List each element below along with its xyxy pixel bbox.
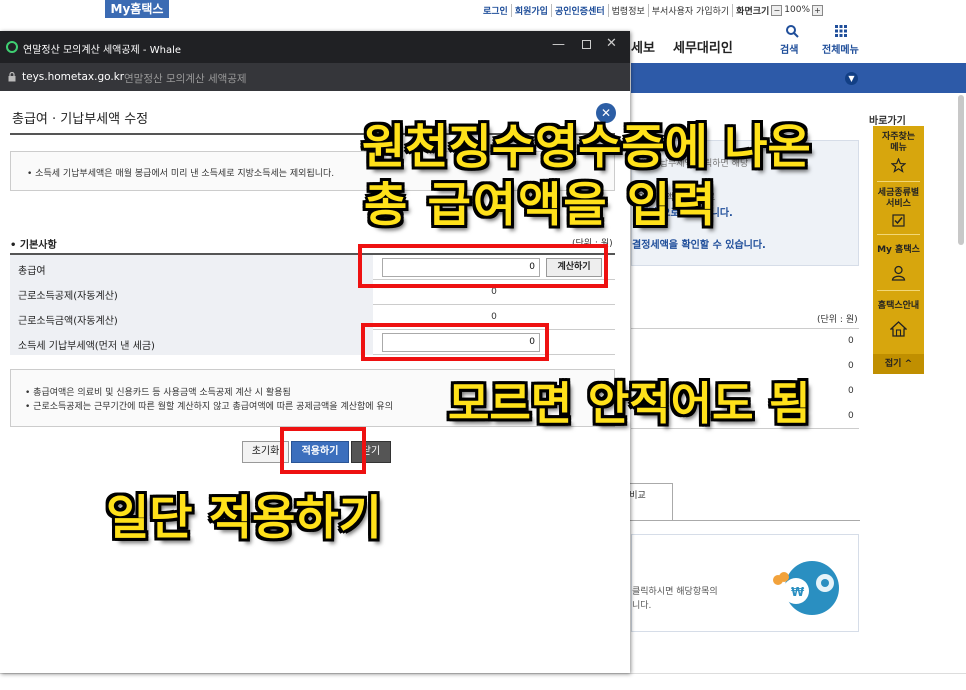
footer-strip: [0, 673, 966, 690]
bg-value: 0: [848, 361, 854, 371]
zoom-in-button[interactable]: +: [812, 4, 824, 16]
minimize-icon[interactable]: —: [552, 37, 565, 52]
url-page-title: 연말정산 모의계산 세액공제: [124, 73, 247, 85]
top-utility-nav: 로그인 회원가입 공인인증센터 법령정보 부서사용자 가입하기 화면크기 − 1…: [480, 3, 826, 17]
bg-value: 0: [848, 411, 854, 421]
checkbox-icon: [892, 214, 905, 227]
divider: [877, 234, 920, 235]
quick-menu-title: 바로가기: [869, 116, 906, 127]
zoom-label: 화면크기: [736, 6, 770, 17]
popup-heading: 총급여 · 기납부세액 수정: [12, 112, 149, 127]
row-label-prepaid-tax: 소득세 기납부세액(먼저 낸 세금): [10, 330, 373, 355]
row-label-total-salary: 총급여: [10, 255, 373, 280]
main-menu-item[interactable]: 세보: [631, 37, 655, 56]
whale-browser-icon: [6, 41, 18, 53]
row-label-income-deduction: 근로소득공제(자동계산): [10, 280, 373, 305]
dept-user-signup-link[interactable]: 부서사용자 가입하기: [649, 3, 734, 17]
maximize-icon[interactable]: [582, 40, 591, 49]
divider: [877, 290, 920, 291]
address-bar[interactable]: teys.hometax.go.kr 연말정산 모의계산 세액공제: [0, 63, 630, 91]
highlight-prepaid-tax: [361, 323, 549, 361]
main-menu-tax-agent[interactable]: 세무대리인: [673, 37, 733, 56]
divider: [877, 181, 920, 182]
caption-2: 총 급여액을 입력: [364, 178, 718, 233]
quick-item-tax-services[interactable]: 세금종류별 서비스: [873, 188, 924, 210]
law-info-link[interactable]: 법령정보: [609, 3, 649, 17]
home-icon: [890, 321, 907, 337]
notice-text: • 소득세 기납부세액은 매월 봉급에서 미리 낸 소득세로 지방소득세는 제외…: [27, 169, 335, 179]
divider: [631, 328, 859, 329]
star-icon: [891, 158, 906, 173]
search-icon[interactable]: [785, 24, 799, 38]
section-title: • 기본사항: [10, 240, 57, 251]
quick-item-favorites[interactable]: 자주찾는 메뉴: [873, 132, 924, 154]
highlight-apply-button: [280, 427, 366, 474]
signup-link[interactable]: 회원가입: [512, 3, 552, 17]
grid-menu-icon[interactable]: [835, 25, 847, 37]
mascot-image: ₩: [773, 561, 839, 615]
caption-3: 모르면 안적어도 됨: [448, 377, 811, 430]
zoom-control: 화면크기 − 100% +: [733, 4, 826, 17]
quick-item-my-hometax[interactable]: My 홈택스: [873, 245, 924, 256]
popup-window-title: 연말정산 모의계산 세액공제 - Whale: [23, 45, 182, 56]
all-menu-label[interactable]: 전체메뉴: [822, 41, 859, 56]
close-icon[interactable]: ✕: [606, 36, 617, 51]
svg-text:₩: ₩: [791, 585, 805, 599]
cert-center-link[interactable]: 공인인증센터: [552, 3, 609, 17]
sub-nav-bar: [631, 63, 966, 93]
zoom-out-button[interactable]: −: [771, 4, 783, 16]
help-text: • 총급여액은 의료비 및 신용카드 등 사용금액 소득공제 계산 시 활용됨 …: [25, 386, 393, 414]
site-logo[interactable]: My홈택스: [105, 0, 169, 18]
person-icon: [891, 265, 906, 281]
url-text[interactable]: teys.hometax.go.kr: [22, 71, 124, 83]
popup-title-bar[interactable]: 연말정산 모의계산 세액공제 - Whale — ✕: [0, 31, 630, 63]
row-label-income-amount: 근로소득금액(자동계산): [10, 305, 373, 330]
bg-unit-label: (단위 : 원): [817, 315, 858, 325]
fold-button[interactable]: 접기 ^: [873, 354, 924, 374]
lock-icon: [8, 72, 16, 82]
highlight-total-salary: [358, 244, 608, 288]
quick-item-guide[interactable]: 홈택스안내: [873, 301, 924, 312]
bg-value: 0: [848, 336, 854, 346]
divider: [596, 520, 860, 521]
caption-4: 일단 적용하기: [106, 491, 382, 546]
quick-menu: 자주찾는 메뉴 세금종류별 서비스 My 홈택스 홈택스안내 접기 ^: [873, 126, 924, 374]
search-label[interactable]: 검색: [780, 41, 798, 56]
zoom-level: 100%: [784, 5, 811, 15]
help-line-1: • 총급여액은 의료비 및 신용카드 등 사용금액 소득공제 계산 시 활용됨: [25, 388, 291, 398]
bg-value: 0: [848, 386, 854, 396]
help-line-2: • 근로소득공제는 근무기간에 따른 월할 계산하지 않고 총급여액에 따른 공…: [25, 402, 393, 412]
chevron-down-icon[interactable]: ▼: [845, 72, 858, 85]
login-link[interactable]: 로그인: [480, 3, 512, 17]
bg-text-4: 결정세액을 확인할 수 있습니다.: [632, 240, 766, 251]
scrollbar[interactable]: [958, 95, 964, 245]
bg-guide-text: 클릭하시면 해당항목의 니다.: [632, 587, 718, 611]
